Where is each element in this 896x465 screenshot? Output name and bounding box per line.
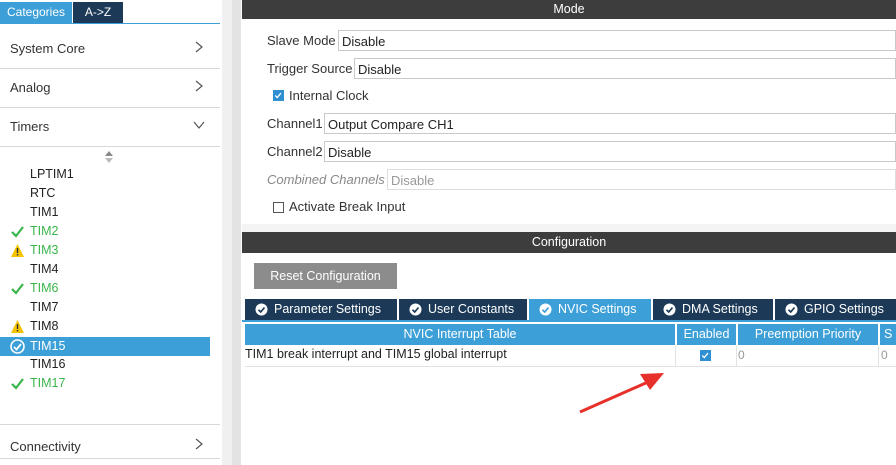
timer-item-tim4[interactable]: TIM4: [0, 260, 210, 279]
section-label: Connectivity: [10, 439, 81, 454]
enabled-checkbox[interactable]: [700, 350, 711, 361]
check-icon: [701, 352, 709, 359]
tab-a-to-z[interactable]: A->Z: [73, 2, 123, 23]
spacer: [242, 224, 896, 232]
channel1-select[interactable]: Output Compare CH1: [324, 113, 896, 134]
combined-channels-label: Combined Channels: [267, 172, 385, 187]
interrupt-name: TIM1 break interrupt and TIM15 global in…: [245, 347, 507, 361]
timer-item-rtc[interactable]: RTC: [0, 184, 210, 203]
timer-label: TIM16: [30, 357, 66, 371]
tab-underline: [0, 23, 220, 24]
chevron-right-icon: [195, 438, 203, 450]
column-divider: [736, 346, 737, 366]
table-header-preemption[interactable]: Preemption Priority: [738, 324, 878, 345]
timer-item-tim1[interactable]: TIM1: [0, 203, 210, 222]
table-header-sub-priority[interactable]: S: [880, 324, 896, 345]
timer-item-tim6[interactable]: TIM6: [0, 279, 210, 298]
combined-channels-select[interactable]: Disable: [387, 169, 896, 190]
channel2-select[interactable]: Disable: [324, 141, 896, 162]
timer-label: TIM1: [30, 205, 59, 219]
timer-item-tim16[interactable]: TIM16: [0, 355, 210, 374]
tab-label: Parameter Settings: [274, 302, 381, 316]
tab-dma-settings[interactable]: DMA Settings: [653, 299, 773, 320]
trigger-source-select[interactable]: Disable: [354, 58, 896, 79]
scrollbar-track[interactable]: [232, 0, 241, 465]
sort-icon[interactable]: [104, 150, 114, 164]
tab-user-constants[interactable]: User Constants: [399, 299, 527, 320]
timer-label: TIM3: [30, 243, 59, 257]
check-icon: [274, 92, 282, 99]
check-circle-icon: [785, 303, 798, 316]
timer-label: TIM8: [30, 319, 59, 333]
check-icon: [11, 378, 24, 390]
timer-label: TIM2: [30, 224, 59, 238]
timer-item-tim8[interactable]: TIM8: [0, 317, 210, 336]
trigger-source-label: Trigger Source: [267, 61, 353, 76]
internal-clock-checkbox[interactable]: [273, 90, 284, 101]
tab-label: NVIC Settings: [558, 302, 637, 316]
table-header-enabled[interactable]: Enabled: [677, 324, 736, 345]
mode-header: Mode: [242, 0, 896, 19]
timer-item-tim15[interactable]: TIM15: [0, 337, 210, 356]
reset-configuration-button[interactable]: Reset Configuration: [254, 263, 397, 289]
internal-clock-label: Internal Clock: [289, 88, 369, 103]
check-circle-icon: [255, 303, 268, 316]
timer-label: TIM7: [30, 300, 59, 314]
tab-label: GPIO Settings: [804, 302, 884, 316]
channel1-label: Channel1: [267, 116, 323, 131]
activate-break-label: Activate Break Input: [289, 199, 406, 214]
tab-gpio-settings[interactable]: GPIO Settings: [775, 299, 896, 320]
timer-item-tim2[interactable]: TIM2: [0, 222, 210, 241]
preemption-priority[interactable]: 0: [738, 348, 745, 362]
tab-nvic-settings[interactable]: NVIC Settings: [529, 299, 651, 320]
section-label: Timers: [10, 119, 50, 134]
tab-underline: [242, 320, 896, 322]
chevron-right-icon: [195, 80, 203, 92]
timer-label: TIM15: [30, 339, 66, 353]
timer-item-tim17[interactable]: TIM17: [0, 374, 210, 393]
section-system-core[interactable]: System Core: [0, 30, 220, 69]
panel-splitter[interactable]: [222, 0, 232, 465]
tab-label: User Constants: [428, 302, 515, 316]
timer-label: RTC: [30, 186, 56, 200]
timer-label: TIM4: [30, 262, 59, 276]
check-circle-icon: [663, 303, 676, 316]
timer-item-tim7[interactable]: TIM7: [0, 298, 210, 317]
check-icon: [11, 283, 24, 295]
activate-break-checkbox[interactable]: [273, 202, 284, 213]
chevron-down-icon: [193, 121, 205, 129]
timer-label: TIM17: [30, 376, 66, 390]
chevron-right-icon: [195, 41, 203, 53]
slave-mode-label: Slave Mode: [267, 33, 336, 48]
check-icon: [11, 226, 24, 238]
check-circle-icon: [539, 303, 552, 316]
section-analog[interactable]: Analog: [0, 69, 220, 108]
slave-mode-select[interactable]: Disable: [338, 30, 896, 51]
column-divider: [878, 346, 879, 366]
table-header-interrupt[interactable]: NVIC Interrupt Table: [245, 324, 675, 345]
categories-panel: Categories A->Z System Core Analog Timer…: [0, 0, 222, 465]
timer-label: TIM6: [30, 281, 59, 295]
tab-categories[interactable]: Categories: [0, 2, 72, 23]
check-circle-icon: [409, 303, 422, 316]
timer-item-tim3[interactable]: TIM3: [0, 241, 210, 260]
section-label: System Core: [10, 41, 86, 56]
check-circle-icon: [10, 339, 25, 354]
sub-priority[interactable]: 0: [881, 348, 888, 362]
configuration-header: Configuration: [242, 232, 896, 253]
warning-icon: [11, 244, 24, 257]
channel2-label: Channel2: [267, 144, 323, 159]
tab-parameter-settings[interactable]: Parameter Settings: [245, 299, 397, 320]
section-label: Analog: [10, 80, 51, 95]
divider: [0, 424, 220, 425]
section-timers[interactable]: Timers: [0, 108, 220, 147]
tab-label: DMA Settings: [682, 302, 758, 316]
timer-item-lptim1[interactable]: LPTIM1: [0, 165, 210, 184]
timer-label: LPTIM1: [30, 167, 74, 181]
annotation-arrow-icon: [579, 373, 664, 414]
divider: [0, 458, 220, 459]
warning-icon: [11, 320, 24, 333]
